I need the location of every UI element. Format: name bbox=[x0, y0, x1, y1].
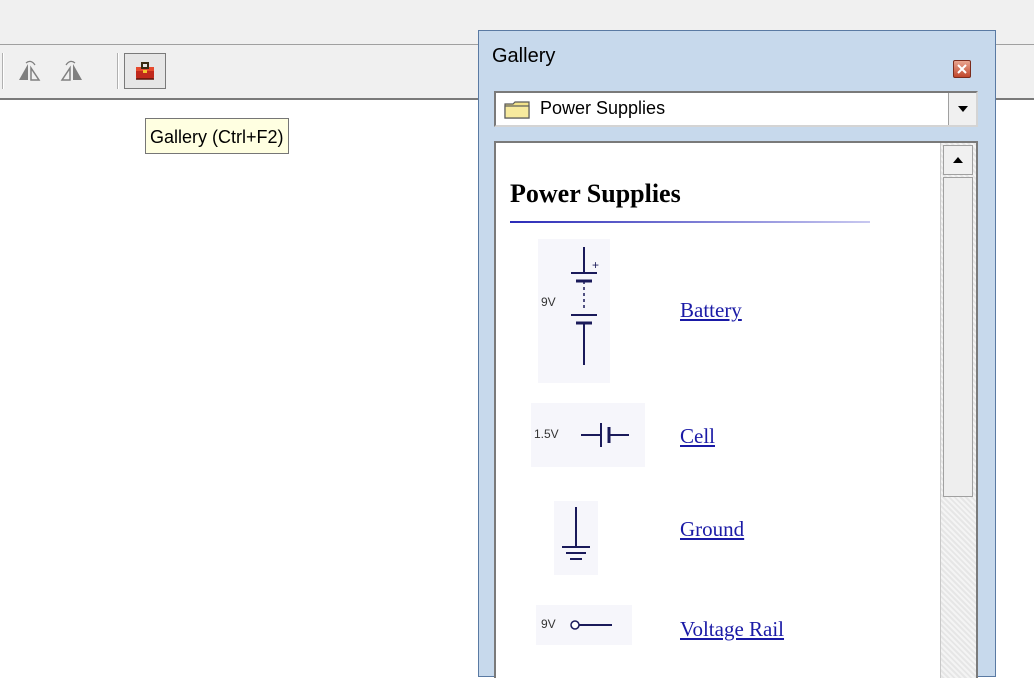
svg-text:+: + bbox=[592, 258, 599, 272]
battery-symbol-icon: + bbox=[538, 239, 610, 383]
scrollbar-thumb[interactable] bbox=[943, 177, 973, 497]
battery-thumb-label: 9V bbox=[541, 295, 556, 309]
gallery-button[interactable] bbox=[124, 53, 166, 89]
gallery-item-cell-link[interactable]: Cell bbox=[680, 424, 715, 449]
gallery-item-battery-link[interactable]: Battery bbox=[680, 298, 742, 323]
category-dropdown[interactable]: Power Supplies bbox=[494, 91, 978, 127]
close-button[interactable] bbox=[953, 60, 971, 78]
gallery-tooltip: Gallery (Ctrl+F2) bbox=[145, 118, 289, 154]
close-icon bbox=[957, 64, 967, 74]
scroll-up-button[interactable] bbox=[943, 145, 973, 175]
dropdown-arrow-button[interactable] bbox=[948, 93, 976, 125]
folder-icon bbox=[504, 101, 530, 119]
ground-symbol-icon bbox=[554, 501, 598, 575]
voltage-rail-thumb-label: 9V bbox=[541, 617, 556, 631]
mirror-right-icon bbox=[60, 60, 82, 81]
mirror-right-button[interactable] bbox=[56, 55, 86, 87]
mirror-left-button[interactable] bbox=[15, 55, 45, 87]
category-dropdown-value: Power Supplies bbox=[540, 98, 666, 118]
toolbar-separator bbox=[117, 53, 119, 89]
gallery-item-ground-link[interactable]: Ground bbox=[680, 517, 744, 542]
gallery-content-pane: Power Supplies + 9V Battery 1.5V Cell Gr… bbox=[494, 141, 978, 678]
vertical-scrollbar[interactable] bbox=[940, 143, 976, 678]
toolbar-separator bbox=[2, 53, 4, 89]
gallery-toolbox-icon bbox=[136, 62, 154, 80]
gallery-window: Gallery Power Supplies Power Supplies + … bbox=[478, 30, 996, 678]
gallery-title: Gallery bbox=[492, 45, 556, 67]
section-heading: Power Supplies bbox=[510, 179, 681, 208]
chevron-down-icon bbox=[957, 106, 968, 112]
chevron-up-icon bbox=[953, 157, 963, 163]
cell-thumb-label: 1.5V bbox=[534, 427, 559, 441]
heading-divider bbox=[510, 221, 870, 223]
mirror-left-icon bbox=[19, 60, 41, 81]
gallery-item-voltage-rail-link[interactable]: Voltage Rail bbox=[680, 617, 784, 642]
